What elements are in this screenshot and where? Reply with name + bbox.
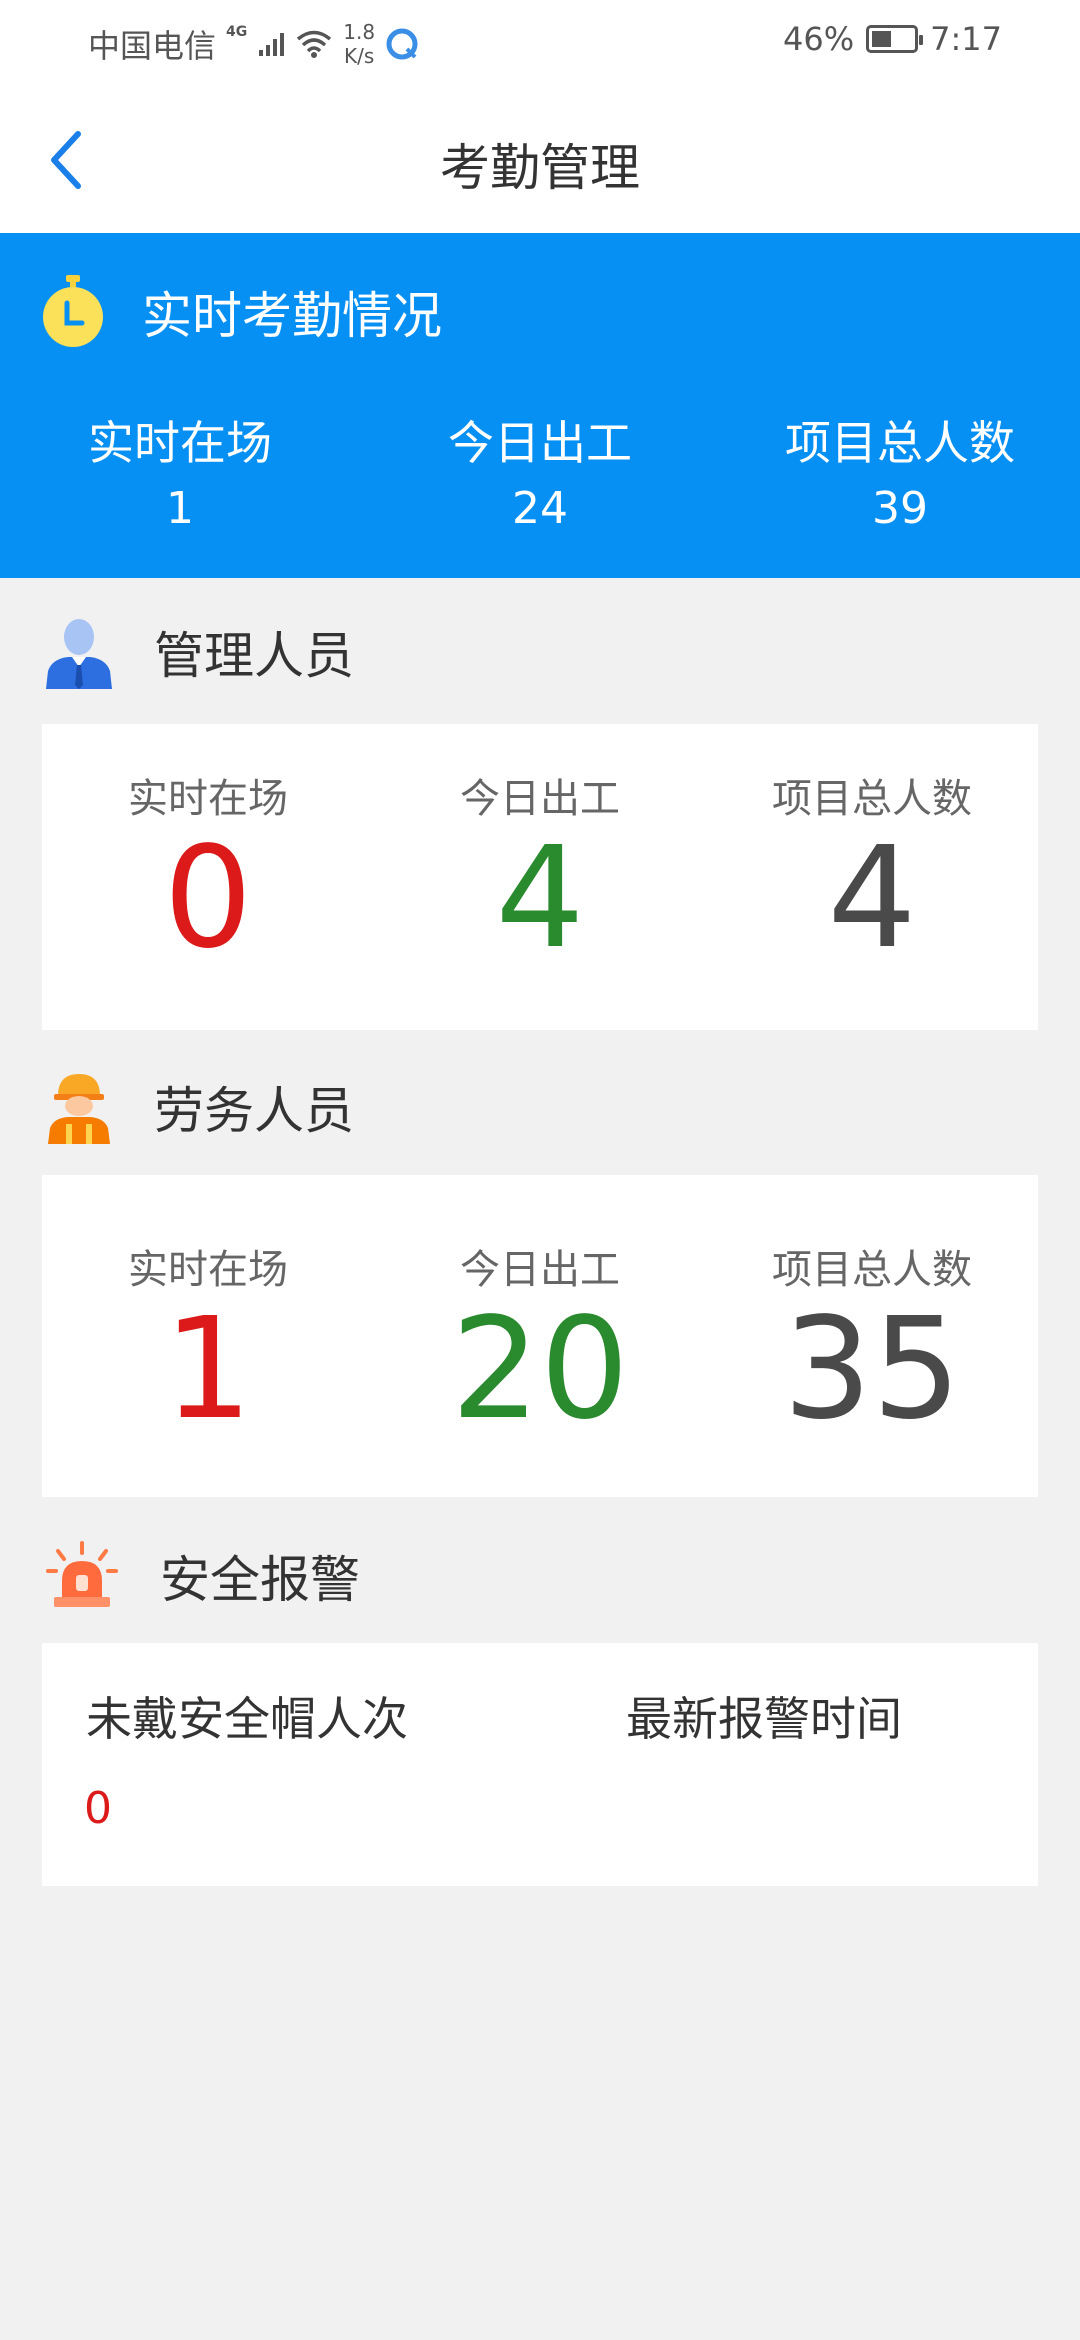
realtime-stat-total[interactable]: 项目总人数 39 — [720, 413, 1080, 539]
manager-person-icon — [46, 619, 112, 689]
no-helmet-count[interactable]: 0 — [84, 1783, 112, 1834]
speed-value: 1.8 — [343, 20, 376, 44]
labor-card: 实时在场 1 今日出工 20 项目总人数 35 — [42, 1175, 1038, 1497]
safety-card: 未戴安全帽人次 0 最新报警时间 — [42, 1643, 1038, 1886]
management-stats: 实时在场 0 今日出工 4 项目总人数 4 — [42, 774, 1038, 974]
safety-section-header: 安全报警 — [44, 1540, 360, 1612]
status-bar: 中国电信 4G 1.8 K/s 46% 7:17 — [0, 0, 1080, 80]
labor-title: 劳务人员 — [154, 1082, 354, 1140]
labor-stats: 实时在场 1 今日出工 20 项目总人数 35 — [42, 1245, 1038, 1445]
clock-time: 7:17 — [930, 20, 1002, 58]
labor-stat-today[interactable]: 今日出工 20 — [374, 1245, 706, 1445]
management-stat-onsite[interactable]: 实时在场 0 — [42, 774, 374, 974]
stat-label: 项目总人数 — [785, 416, 1015, 470]
stopwatch-icon — [43, 275, 103, 347]
stat-value: 24 — [512, 483, 568, 534]
stat-label: 实时在场 — [88, 416, 272, 470]
management-card: 实时在场 0 今日出工 4 项目总人数 4 — [42, 724, 1038, 1030]
status-left: 中国电信 4G 1.8 K/s — [88, 20, 419, 68]
realtime-stat-today[interactable]: 今日出工 24 — [360, 413, 720, 539]
app-header: 考勤管理 — [0, 80, 1080, 233]
worker-helmet-icon — [48, 1074, 110, 1144]
management-title: 管理人员 — [154, 627, 354, 685]
no-helmet-label: 未戴安全帽人次 — [86, 1692, 408, 1746]
browser-notification-icon — [386, 28, 418, 60]
alarm-siren-icon — [46, 1541, 118, 1607]
labor-stat-total[interactable]: 项目总人数 35 — [706, 1245, 1038, 1445]
status-right: 46% 7:17 — [783, 20, 1002, 58]
stat-value: 4 — [495, 817, 585, 980]
realtime-stat-onsite[interactable]: 实时在场 1 — [0, 413, 360, 539]
labor-stat-onsite[interactable]: 实时在场 1 — [42, 1245, 374, 1445]
stat-value: 1 — [163, 1288, 253, 1451]
wifi-icon — [297, 30, 332, 58]
realtime-attendance-banner: 实时考勤情况 实时在场 1 今日出工 24 项目总人数 39 — [0, 233, 1080, 578]
battery-icon — [866, 25, 924, 53]
stat-value: 20 — [450, 1288, 630, 1451]
page-title: 考勤管理 — [440, 139, 640, 197]
latest-alarm-label: 最新报警时间 — [626, 1692, 902, 1746]
management-stat-total[interactable]: 项目总人数 4 — [706, 774, 1038, 974]
management-section-header: 管理人员 — [44, 615, 354, 689]
labor-section-header: 劳务人员 — [44, 1070, 354, 1144]
realtime-stats: 实时在场 1 今日出工 24 项目总人数 39 — [0, 413, 1080, 539]
signal-icon — [259, 33, 285, 56]
network-speed: 1.8 K/s — [343, 20, 375, 68]
stat-value: 1 — [166, 483, 194, 534]
realtime-title-row: 实时考勤情况 — [40, 275, 442, 349]
speed-unit: K/s — [344, 44, 375, 68]
stat-value: 39 — [872, 483, 928, 534]
carrier-name: 中国电信 — [88, 27, 217, 65]
stat-value: 4 — [827, 817, 917, 980]
battery-percent: 46% — [783, 20, 855, 58]
stat-value: 0 — [163, 817, 253, 980]
management-stat-today[interactable]: 今日出工 4 — [374, 774, 706, 974]
network-type: 4G — [226, 24, 248, 40]
safety-title: 安全报警 — [160, 1551, 360, 1609]
realtime-title: 实时考勤情况 — [142, 287, 442, 345]
stat-value: 35 — [782, 1288, 962, 1451]
stat-label: 今日出工 — [448, 416, 632, 470]
